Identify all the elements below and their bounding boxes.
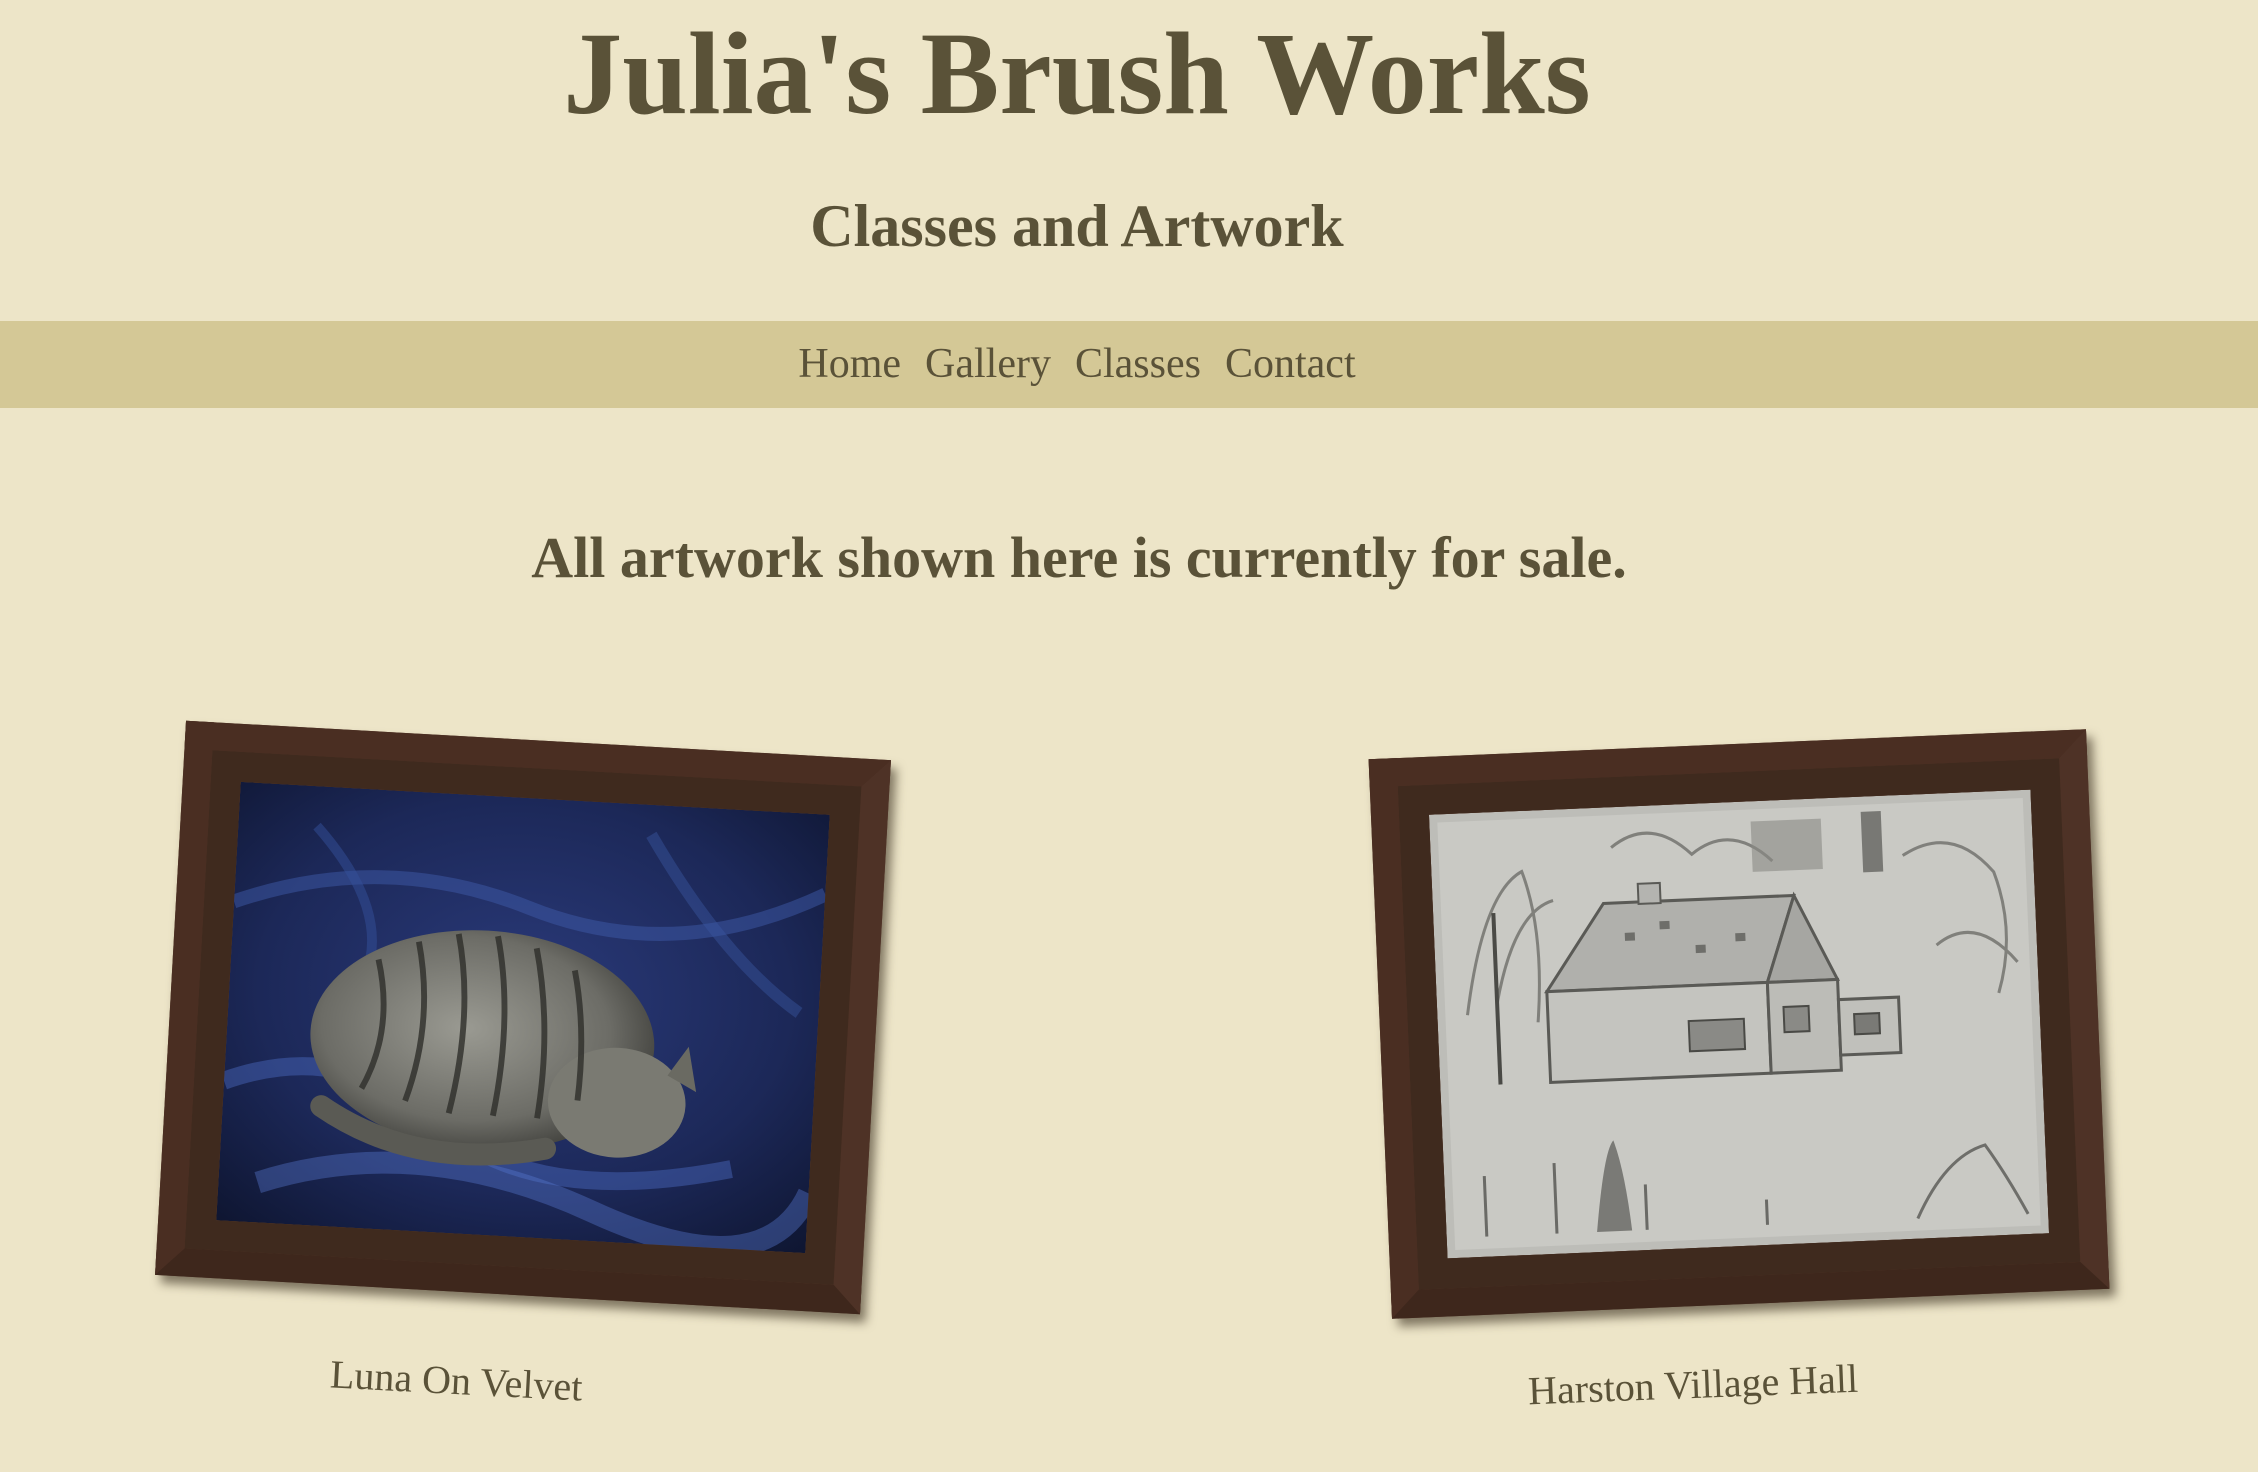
- site-subtitle: Classes and Artwork: [810, 193, 1344, 259]
- nav-link-classes[interactable]: Classes: [1075, 321, 1201, 408]
- artwork-frame-harston[interactable]: [1368, 729, 2110, 1319]
- nav-link-gallery[interactable]: Gallery: [925, 321, 1051, 408]
- nav-link-contact[interactable]: Contact: [1225, 321, 1356, 408]
- artwork-caption-luna: Luna On Velvet: [329, 1351, 584, 1410]
- nav-links: Home Gallery Classes Contact: [0, 321, 2154, 408]
- artwork-image-harston[interactable]: [1428, 789, 2050, 1259]
- artwork-frame-luna[interactable]: [155, 720, 891, 1315]
- page: Julia's Brush Works Classes and Artwork …: [0, 0, 2258, 1472]
- sale-notice: All artwork shown here is currently for …: [531, 525, 1627, 590]
- site-title: Julia's Brush Works: [563, 8, 1591, 139]
- artwork-image-luna[interactable]: [216, 781, 830, 1254]
- artwork-caption-harston: Harston Village Hall: [1527, 1355, 1859, 1414]
- nav-link-home[interactable]: Home: [798, 321, 901, 408]
- village-hall-sketch-image-icon: [1428, 789, 2050, 1259]
- main-navigation: Home Gallery Classes Contact: [0, 321, 2258, 408]
- sleeping-cat-image-icon: [216, 781, 830, 1254]
